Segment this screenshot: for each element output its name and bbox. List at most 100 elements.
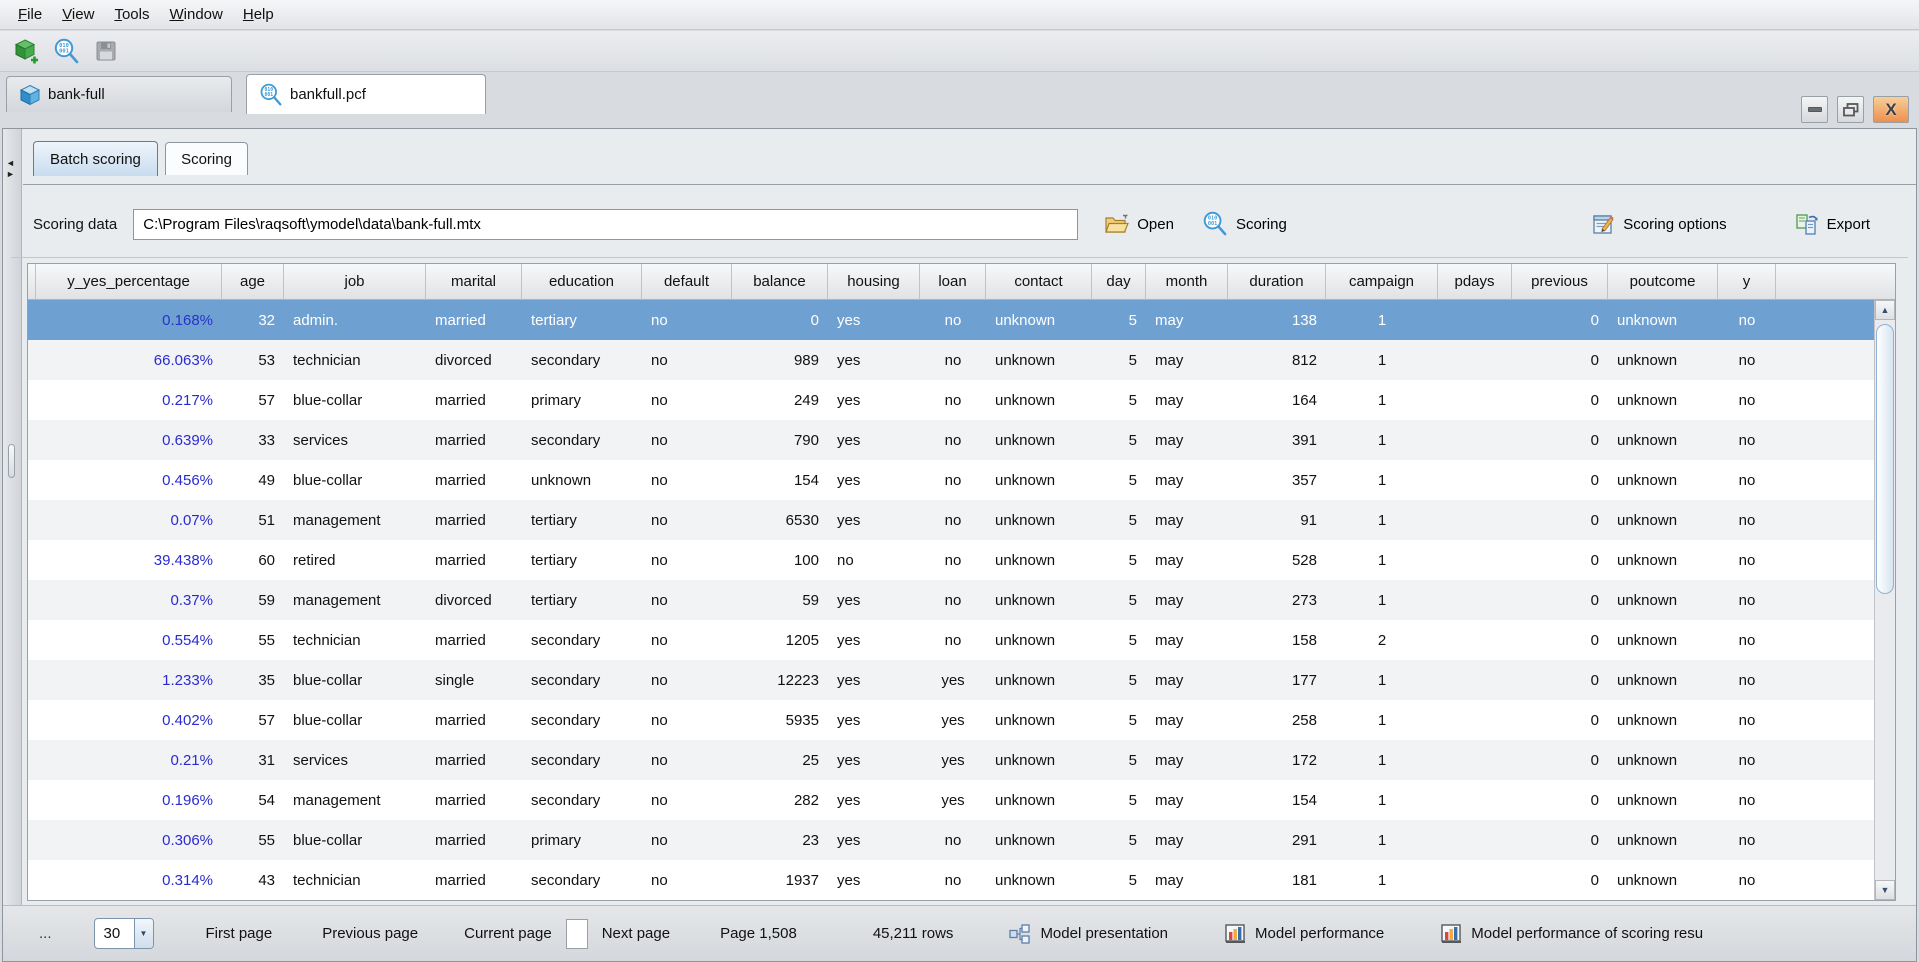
previous-page-button[interactable]: Previous page	[322, 925, 418, 942]
table-cell: services	[284, 752, 426, 769]
menu-view[interactable]: View	[52, 2, 104, 27]
current-page-button[interactable]: Current page	[464, 925, 552, 942]
table-row[interactable]: 0.21%31servicesmarriedsecondaryno25yesye…	[28, 740, 1874, 780]
column-header-balance[interactable]: balance	[732, 264, 828, 300]
current-page-input[interactable]	[566, 919, 588, 949]
table-row[interactable]: 0.314%43technicianmarriedsecondaryno1937…	[28, 860, 1874, 900]
collapse-left-icon[interactable]: ◄	[6, 159, 15, 168]
table-row[interactable]: 0.456%49blue-collarmarriedunknownno154ye…	[28, 460, 1874, 500]
table-cell: unknown	[986, 832, 1092, 849]
table-row[interactable]: 39.438%60retiredmarriedtertiaryno100nono…	[28, 540, 1874, 580]
table-cell: 1	[1326, 472, 1438, 489]
table-cell: 164	[1228, 392, 1326, 409]
export-button[interactable]: Export	[1795, 213, 1870, 236]
column-header-month[interactable]: month	[1146, 264, 1228, 300]
page-size-select[interactable]: 30 ▼	[94, 918, 154, 949]
column-header-y[interactable]: y	[1718, 264, 1776, 300]
first-page-button[interactable]: First page	[206, 925, 273, 942]
scoring-data-path-input[interactable]	[133, 209, 1078, 240]
table-cell: 12223	[732, 672, 828, 689]
column-header-loan[interactable]: loan	[920, 264, 986, 300]
doc-tab-bankfull-pcf[interactable]: 010 001 bankfull.pcf	[246, 74, 486, 114]
table-cell: secondary	[522, 752, 642, 769]
model-presentation-button[interactable]: Model presentation	[1009, 924, 1168, 944]
splitter-handle[interactable]	[8, 444, 15, 478]
column-header-duration[interactable]: duration	[1228, 264, 1326, 300]
scoring-toolbar-button[interactable]: 010 001	[52, 37, 80, 65]
menu-help[interactable]: Help	[233, 2, 284, 27]
column-header-y_yes_percentage[interactable]: y_yes_percentage	[36, 264, 222, 300]
scoring-button[interactable]: 010 001 Scoring	[1202, 211, 1287, 237]
column-header-job[interactable]: job	[284, 264, 426, 300]
column-header-housing[interactable]: housing	[828, 264, 920, 300]
table-row[interactable]: 0.07%51managementmarriedtertiaryno6530ye…	[28, 500, 1874, 540]
table-cell: no	[642, 792, 732, 809]
model-performance-scoring-button[interactable]: Model performance of scoring resu	[1440, 924, 1703, 944]
table-row[interactable]: 0.37%59managementdivorcedtertiaryno59yes…	[28, 580, 1874, 620]
column-header-campaign[interactable]: campaign	[1326, 264, 1438, 300]
scroll-up-button[interactable]: ▲	[1875, 300, 1895, 320]
export-label: Export	[1827, 216, 1870, 233]
table-row[interactable]: 66.063%53techniciandivorcedsecondaryno98…	[28, 340, 1874, 380]
column-header-pdays[interactable]: pdays	[1438, 264, 1512, 300]
table-row[interactable]: 0.168%32admin.marriedtertiaryno0yesnounk…	[28, 300, 1874, 340]
model-performance-button[interactable]: Model performance	[1224, 924, 1384, 944]
restore-button[interactable]	[1837, 96, 1864, 123]
table-row[interactable]: 0.196%54managementmarriedsecondaryno282y…	[28, 780, 1874, 820]
column-header-age[interactable]: age	[222, 264, 284, 300]
tab-batch-scoring[interactable]: Batch scoring	[33, 141, 158, 176]
chevron-down-icon[interactable]: ▼	[134, 919, 153, 948]
tab-scoring[interactable]: Scoring	[165, 142, 248, 175]
menu-file[interactable]: File	[8, 2, 52, 27]
table-cell: no	[1718, 312, 1776, 329]
table-cell: 5	[1092, 672, 1146, 689]
table-row[interactable]: 1.233%35blue-collarsinglesecondaryno1222…	[28, 660, 1874, 700]
column-header-poutcome[interactable]: poutcome	[1608, 264, 1718, 300]
scoring-options-button[interactable]: Scoring options	[1592, 213, 1726, 236]
table-row[interactable]: 0.306%55blue-collarmarriedprimaryno23yes…	[28, 820, 1874, 860]
model-performance-scoring-label: Model performance of scoring resu	[1471, 925, 1703, 942]
table-cell: 5935	[732, 712, 828, 729]
menu-window[interactable]: Window	[159, 2, 232, 27]
table-row[interactable]: 0.402%57blue-collarmarriedsecondaryno593…	[28, 700, 1874, 740]
table-cell: no	[642, 472, 732, 489]
table-cell: no	[920, 592, 986, 609]
table-cell: yes	[828, 472, 920, 489]
menu-tools[interactable]: Tools	[104, 2, 159, 27]
new-model-button[interactable]	[12, 37, 40, 65]
table-row[interactable]: 0.639%33servicesmarriedsecondaryno790yes…	[28, 420, 1874, 460]
table-cell: married	[426, 752, 522, 769]
table-cell: 0.07%	[36, 512, 222, 529]
expand-right-icon[interactable]: ►	[6, 170, 15, 179]
menu-bar: File View Tools Window Help	[0, 0, 1919, 30]
table-cell: 1	[1326, 792, 1438, 809]
open-button[interactable]: Open	[1104, 214, 1174, 235]
table-cell: 0.21%	[36, 752, 222, 769]
column-header-default[interactable]: default	[642, 264, 732, 300]
table-cell: unknown	[986, 512, 1092, 529]
table-cell: 0	[1512, 592, 1608, 609]
vertical-scrollbar[interactable]: ▲ ▼	[1874, 300, 1895, 900]
scroll-down-button[interactable]: ▼	[1875, 880, 1895, 900]
table-cell: unknown	[1608, 592, 1718, 609]
column-header-marital[interactable]: marital	[426, 264, 522, 300]
column-header-contact[interactable]: contact	[986, 264, 1092, 300]
table-cell: 0	[1512, 872, 1608, 889]
save-button[interactable]	[92, 37, 120, 65]
column-header-previous[interactable]: previous	[1512, 264, 1608, 300]
minimize-button[interactable]	[1801, 96, 1828, 123]
table-cell: 391	[1228, 432, 1326, 449]
column-header-education[interactable]: education	[522, 264, 642, 300]
close-button[interactable]: X	[1873, 96, 1909, 123]
table-row[interactable]: 0.217%57blue-collarmarriedprimaryno249ye…	[28, 380, 1874, 420]
column-header-day[interactable]: day	[1092, 264, 1146, 300]
table-cell: 31	[222, 752, 284, 769]
table-row[interactable]: 0.554%55technicianmarriedsecondaryno1205…	[28, 620, 1874, 660]
doc-tab-bank-full[interactable]: bank-full	[6, 76, 232, 112]
table-cell: unknown	[1608, 792, 1718, 809]
table-cell: may	[1146, 312, 1228, 329]
table-cell: 1.233%	[36, 672, 222, 689]
table-cell: may	[1146, 352, 1228, 369]
next-page-button[interactable]: Next page	[602, 925, 670, 942]
scrollbar-thumb[interactable]	[1876, 324, 1894, 594]
